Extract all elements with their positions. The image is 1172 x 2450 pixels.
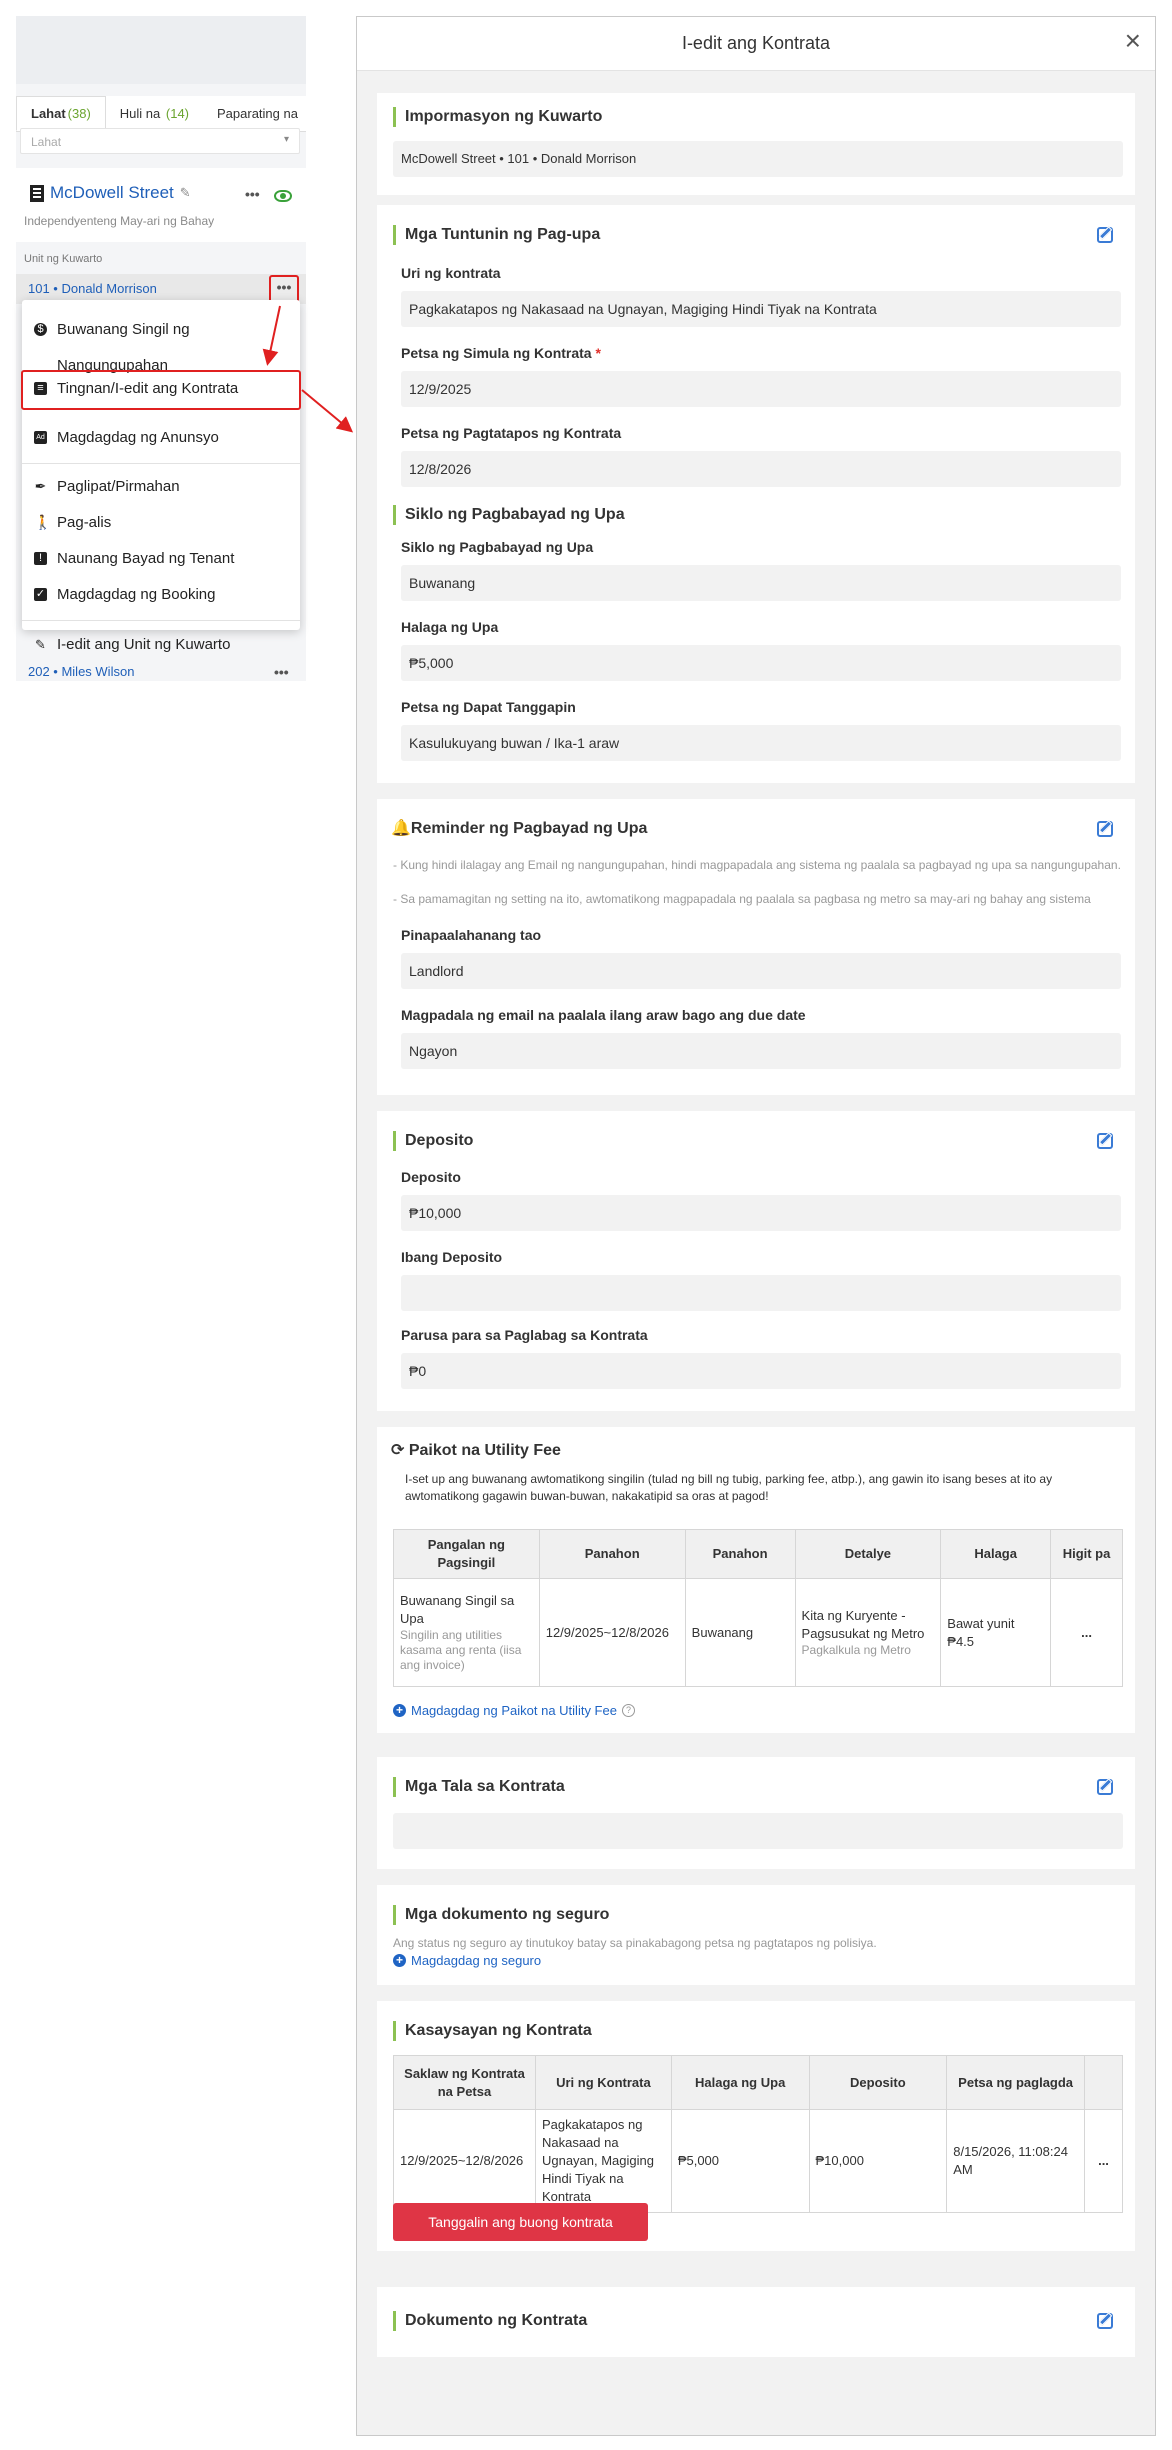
table-row: 12/9/2025~12/8/2026 Pagkakatapos ng Naka…	[393, 2109, 1123, 2213]
edit-icon[interactable]	[1097, 1133, 1113, 1149]
reminder-note-1: - Kung hindi ilalagay ang Email ng nangu…	[393, 858, 1121, 872]
question-icon[interactable]: ?	[621, 1704, 635, 1717]
deposit-field[interactable]: ₱10,000	[401, 1195, 1121, 1231]
column-header: Halaga ng Upa	[670, 2055, 810, 2110]
sync-icon: ⟳	[391, 1442, 405, 1459]
arrow-down	[262, 305, 281, 366]
rental-terms-title: Mga Tuntunin ng Pag-upa	[393, 225, 600, 245]
column-header: Saklaw ng Kontrata na Petsa	[393, 2055, 536, 2110]
edit-contract-modal: I-edit ang Kontrata × Impormasyon ng Kuw…	[356, 16, 1156, 2436]
column-header: Uri ng Kontrata	[534, 2055, 672, 2110]
table-row: Buwanang Singil sa Upa Singilin ang utili…	[393, 1578, 1123, 1687]
column-header: Panahon	[684, 1529, 796, 1579]
utility-table: Pangalan ng Pagsingil Panahon Panahon De…	[393, 1529, 1123, 1687]
reminded-person-field[interactable]: Landlord	[401, 953, 1121, 989]
add-insurance-link[interactable]: + Magdagdag ng seguro	[393, 1953, 541, 1968]
contract-notes-card: Mga Tala sa Kontrata	[377, 1757, 1135, 1869]
payment-cycle-title: Siklo ng Pagbabayad ng Upa	[393, 505, 625, 525]
end-date-label: Petsa ng Pagtatapos ng Kontrata	[401, 425, 622, 441]
modal-header: I-edit ang Kontrata ×	[357, 17, 1155, 71]
utility-period-cell: 12/9/2025~12/8/2026	[538, 1578, 686, 1687]
close-icon[interactable]: ×	[1125, 27, 1141, 55]
reminder-note-2: - Sa pamamagitan ng setting na ito, awto…	[393, 892, 1091, 906]
plus-circle-icon: +	[393, 1704, 406, 1717]
deposit-card: Deposito Deposito ₱10,000 Ibang Deposito…	[377, 1111, 1135, 1411]
column-header: Halaga	[940, 1529, 1052, 1579]
more-icon[interactable]: ...	[1084, 2109, 1123, 2213]
utility-card: ⟳ Paikot na Utility Fee I-set up ang buw…	[377, 1427, 1135, 1733]
table-header-row: Pangalan ng Pagsingil Panahon Panahon De…	[393, 1529, 1123, 1579]
contract-history-card: Kasaysayan ng Kontrata Saklaw ng Kontrat…	[377, 2001, 1135, 2251]
plus-circle-icon: +	[393, 1954, 406, 1967]
history-deposit-cell: ₱10,000	[808, 2109, 948, 2213]
history-table: Saklaw ng Kontrata na Petsa Uri ng Kontr…	[393, 2055, 1123, 2213]
rent-label: Halaga ng Upa	[401, 619, 499, 635]
column-header: Pangalan ng Pagsingil	[393, 1529, 540, 1579]
column-header: Petsa ng paglagda	[946, 2055, 1085, 2110]
delete-contract-button[interactable]: Tanggalin ang buong kontrata	[393, 2203, 648, 2241]
arrow-right	[301, 389, 354, 433]
contract-documents-card: Dokumento ng Kontrata	[377, 2287, 1135, 2357]
payment-cycle-field[interactable]: Buwanang	[401, 565, 1121, 601]
edit-icon[interactable]	[1097, 1779, 1113, 1795]
add-utility-link[interactable]: + Magdagdag ng Paikot na Utility Fee?	[393, 1703, 635, 1718]
utility-title: ⟳ Paikot na Utility Fee	[391, 1442, 561, 1459]
reminder-title: 🔔Reminder ng Pagbayad ng Upa	[391, 820, 648, 837]
history-range-cell: 12/9/2025~12/8/2026	[393, 2109, 536, 2213]
contract-documents-title: Dokumento ng Kontrata	[393, 2311, 587, 2331]
room-info-card: Impormasyon ng Kuwarto McDowell Street •…	[377, 93, 1135, 195]
insurance-card: Mga dokumento ng seguro Ang status ng se…	[377, 1885, 1135, 1985]
room-info-title: Impormasyon ng Kuwarto	[393, 107, 602, 127]
rental-terms-card: Mga Tuntunin ng Pag-upa Uri ng kontrata …	[377, 205, 1135, 783]
utility-note: I-set up ang buwanang awtomatikong singi…	[405, 1472, 1053, 1503]
start-date-label: Petsa ng Simula ng Kontrata *	[401, 345, 601, 361]
history-signed-cell: 8/15/2026, 11:08:24 AM	[946, 2109, 1085, 2213]
table-header-row: Saklaw ng Kontrata na Petsa Uri ng Kontr…	[393, 2055, 1123, 2110]
utility-name-cell: Buwanang Singil sa Upa Singilin ang utili…	[393, 1578, 540, 1687]
contract-history-title: Kasaysayan ng Kontrata	[393, 2021, 592, 2041]
more-icon[interactable]: ...	[1050, 1578, 1123, 1687]
insurance-note: Ang status ng seguro ay tinutukoy batay …	[393, 1936, 877, 1950]
edit-icon[interactable]	[1097, 2313, 1113, 2329]
contract-type-label: Uri ng kontrata	[401, 265, 501, 281]
start-date-field[interactable]: 12/9/2025	[401, 371, 1121, 407]
column-header: Panahon	[538, 1529, 686, 1579]
column-header: Higit pa	[1050, 1529, 1123, 1579]
utility-amount-cell: Bawat yunit ₱4.5	[940, 1578, 1052, 1687]
edit-icon[interactable]	[1097, 821, 1113, 837]
reminder-days-label: Magpadala ng email na paalala ilang araw…	[401, 1007, 806, 1023]
room-info-field: McDowell Street • 101 • Donald Morrison	[393, 141, 1123, 177]
utility-detail-cell: Kita ng Kuryente - Pagsusukat ng Metro Pa…	[794, 1578, 942, 1687]
column-header: Deposito	[808, 2055, 948, 2110]
penalty-field[interactable]: ₱0	[401, 1353, 1121, 1389]
due-date-label: Petsa ng Dapat Tanggapin	[401, 699, 576, 715]
column-header: Detalye	[794, 1529, 942, 1579]
due-date-field[interactable]: Kasulukuyang buwan / Ika-1 araw	[401, 725, 1121, 761]
end-date-field[interactable]: 12/8/2026	[401, 451, 1121, 487]
reminder-card: 🔔Reminder ng Pagbayad ng Upa - Kung hind…	[377, 799, 1135, 1095]
deposit-title: Deposito	[393, 1131, 473, 1151]
other-deposit-label: Ibang Deposito	[401, 1249, 503, 1265]
reminder-days-field[interactable]: Ngayon	[401, 1033, 1121, 1069]
history-type-cell: Pagkakatapos ng Nakasaad na Ugnayan, Mag…	[534, 2109, 672, 2213]
payment-cycle-label: Siklo ng Pagbabayad ng Upa	[401, 539, 594, 555]
contract-notes-field[interactable]	[393, 1813, 1123, 1849]
modal-title: I-edit ang Kontrata	[681, 33, 831, 53]
column-header	[1084, 2055, 1123, 2110]
other-deposit-field[interactable]	[401, 1275, 1121, 1311]
rent-field[interactable]: ₱5,000	[401, 645, 1121, 681]
contract-type-field[interactable]: Pagkakatapos ng Nakasaad na Ugnayan, Mag…	[401, 291, 1121, 327]
insurance-title: Mga dokumento ng seguro	[393, 1905, 609, 1925]
deposit-label: Deposito	[401, 1169, 461, 1185]
penalty-label: Parusa para sa Paglabag sa Kontrata	[401, 1327, 648, 1343]
edit-icon[interactable]	[1097, 227, 1113, 243]
bell-icon: 🔔	[391, 820, 411, 837]
reminded-person-label: Pinapaalahanang tao	[401, 927, 542, 943]
utility-cycle-cell: Buwanang	[684, 1578, 796, 1687]
contract-notes-title: Mga Tala sa Kontrata	[393, 1777, 565, 1797]
history-rent-cell: ₱5,000	[670, 2109, 810, 2213]
